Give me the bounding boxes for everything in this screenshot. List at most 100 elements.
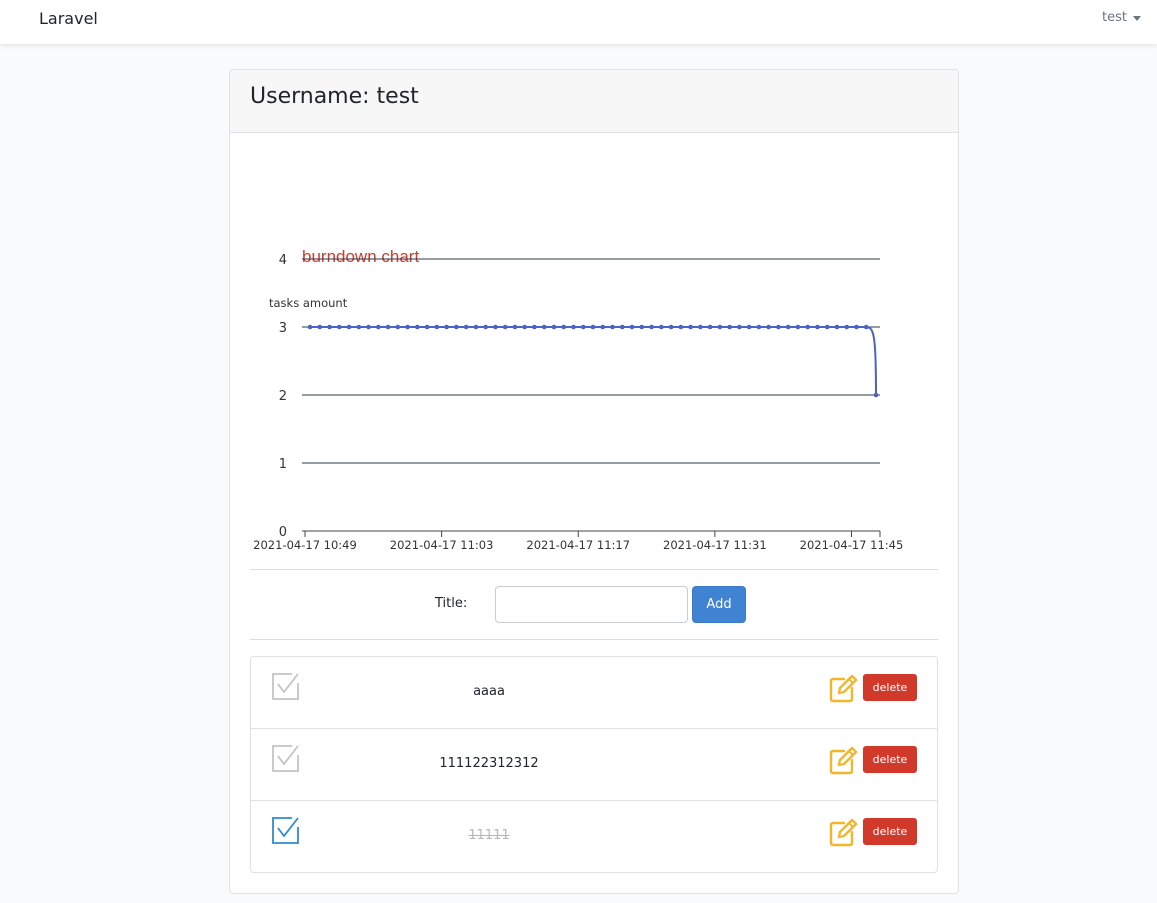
data-point <box>424 324 430 330</box>
data-point <box>532 324 537 330</box>
data-point <box>512 324 518 330</box>
divider <box>250 639 938 640</box>
data-point <box>688 324 693 330</box>
x-tick-label: 2021-04-17 11:31 <box>663 538 767 552</box>
x-tick-label: 2021-04-17 11:17 <box>526 538 630 552</box>
data-point <box>600 324 606 330</box>
divider <box>250 569 938 570</box>
data-point <box>473 324 479 330</box>
data-point <box>834 324 840 330</box>
data-point <box>610 324 615 330</box>
data-point <box>659 324 664 330</box>
task-row: 111122312312 delete <box>251 729 937 801</box>
pencil-square-icon[interactable] <box>828 673 858 703</box>
data-point <box>580 324 586 330</box>
data-point <box>590 324 596 330</box>
series-line <box>310 326 877 396</box>
add-task-form: Title: Add <box>230 586 958 624</box>
brand-link[interactable]: Laravel <box>39 9 98 28</box>
user-dropdown[interactable]: test <box>1102 10 1141 25</box>
navbar: Laravel test <box>0 0 1157 44</box>
y-tick-label: 1 <box>279 457 287 472</box>
data-point <box>727 324 732 330</box>
checkbox-icon[interactable] <box>271 743 301 773</box>
data-point <box>844 324 850 330</box>
data-point <box>483 324 488 330</box>
chart-svg: burndown chart tasks amount 01234 2021-0… <box>253 247 904 552</box>
data-point <box>766 324 771 330</box>
data-point <box>346 324 352 330</box>
data-point <box>746 324 752 330</box>
burndown-chart: burndown chart tasks amount 01234 2021-0… <box>230 134 958 554</box>
data-point <box>776 324 781 330</box>
delete-button[interactable]: delete <box>863 818 917 845</box>
delete-button[interactable]: delete <box>863 746 917 773</box>
data-point <box>493 324 498 330</box>
data-point <box>415 324 420 330</box>
data-point <box>522 324 527 330</box>
data-point <box>619 324 625 330</box>
pencil-square-icon[interactable] <box>828 745 858 775</box>
data-point <box>707 324 713 330</box>
task-row: 11111 delete <box>251 801 937 872</box>
data-point <box>571 324 576 330</box>
data-point <box>502 324 508 330</box>
data-point <box>863 324 869 330</box>
data-point <box>717 324 723 330</box>
data-point <box>317 324 323 330</box>
data-point <box>785 324 791 330</box>
x-tick-label: 2021-04-17 11:03 <box>390 538 494 552</box>
y-axis-label: tasks amount <box>269 296 348 310</box>
data-point <box>405 324 410 330</box>
data-point <box>854 324 859 330</box>
title-label: Title: <box>435 596 468 611</box>
data-point <box>434 324 440 330</box>
page-title: Username: test <box>250 84 419 109</box>
task-card: Username: test burndown chart tasks amou… <box>229 69 959 894</box>
data-point <box>561 324 567 330</box>
data-point <box>805 324 810 330</box>
y-tick-label: 2 <box>279 389 287 404</box>
data-point <box>454 324 459 330</box>
task-list: aaaa delete 111122312312 delete 11111 de… <box>250 656 938 873</box>
y-tick-label: 3 <box>279 321 287 336</box>
data-point <box>737 324 742 330</box>
data-point <box>307 324 313 330</box>
data-point <box>795 324 801 330</box>
user-name: test <box>1102 10 1127 25</box>
task-title: 11111 <box>468 828 510 843</box>
pencil-square-icon[interactable] <box>828 817 858 847</box>
delete-button[interactable]: delete <box>863 674 917 701</box>
data-point <box>756 324 762 330</box>
task-title: aaaa <box>473 684 505 699</box>
x-tick-label: 2021-04-17 11:45 <box>800 538 904 552</box>
data-point <box>698 324 703 330</box>
checkbox-icon[interactable] <box>271 815 301 845</box>
data-point <box>668 324 674 330</box>
task-row: aaaa delete <box>251 657 937 729</box>
card-header: Username: test <box>230 70 958 133</box>
task-title: 111122312312 <box>439 756 539 771</box>
data-point <box>873 392 879 398</box>
data-point <box>639 324 645 330</box>
data-point <box>395 324 401 330</box>
title-input[interactable] <box>495 586 688 623</box>
y-tick-label: 4 <box>279 253 287 268</box>
data-point <box>463 324 469 330</box>
data-point <box>327 324 332 330</box>
data-point <box>356 324 362 330</box>
caret-down-icon <box>1133 15 1141 21</box>
data-point <box>551 324 557 330</box>
data-point <box>366 324 371 330</box>
add-button[interactable]: Add <box>692 586 746 623</box>
x-tick-label: 2021-04-17 10:49 <box>253 538 357 552</box>
data-point <box>678 324 684 330</box>
data-point <box>629 324 635 330</box>
data-point <box>336 324 342 330</box>
data-point <box>385 324 391 330</box>
data-point <box>444 324 449 330</box>
data-point <box>815 324 820 330</box>
checkbox-icon[interactable] <box>271 671 301 701</box>
data-point <box>649 324 654 330</box>
chart-title: burndown chart <box>302 247 419 266</box>
